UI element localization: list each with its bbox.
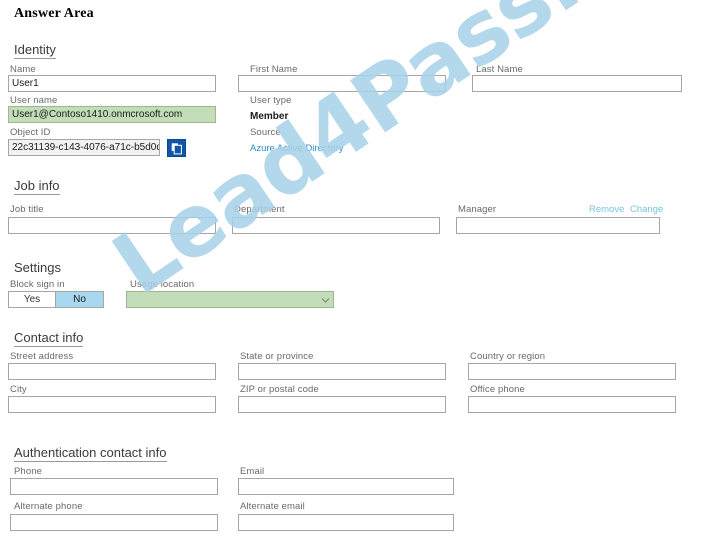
label-country-or-region: Country or region: [470, 351, 546, 362]
input-manager[interactable]: [456, 217, 660, 234]
label-source: Source: [250, 127, 281, 138]
label-alternate-phone: Alternate phone: [14, 501, 83, 512]
label-name: Name: [10, 64, 36, 75]
label-office-phone: Office phone: [470, 384, 525, 395]
input-city[interactable]: [8, 396, 216, 413]
label-department: Department: [234, 204, 285, 215]
input-job-title[interactable]: [8, 217, 216, 234]
input-name[interactable]: User1: [8, 75, 216, 92]
input-alternate-email[interactable]: [238, 514, 454, 531]
copy-object-id-button[interactable]: [167, 139, 186, 157]
label-city: City: [10, 384, 27, 395]
label-alternate-email: Alternate email: [240, 501, 305, 512]
input-email[interactable]: [238, 478, 454, 495]
label-object-id: Object ID: [10, 127, 51, 138]
label-email: Email: [240, 466, 265, 477]
input-user-name[interactable]: User1@Contoso1410.onmcrosoft.com: [8, 106, 216, 123]
value-user-type: Member: [250, 111, 289, 122]
input-first-name[interactable]: [238, 75, 446, 92]
input-zip-or-postal-code[interactable]: [238, 396, 446, 413]
section-heading-job-info: Job info: [14, 178, 60, 195]
label-last-name: Last Name: [476, 64, 523, 75]
form-content: Answer Area Identity Name User1 First Na…: [0, 0, 708, 549]
toggle-option-no[interactable]: No: [56, 291, 104, 308]
label-job-title: Job title: [10, 204, 44, 215]
label-zip-or-postal-code: ZIP or postal code: [240, 384, 319, 395]
label-block-sign-in: Block sign in: [10, 279, 65, 290]
input-phone[interactable]: [10, 478, 218, 495]
section-heading-contact-info: Contact info: [14, 330, 84, 347]
section-heading-identity: Identity: [14, 42, 56, 59]
page-title: Answer Area: [14, 6, 94, 21]
label-manager: Manager: [458, 204, 497, 215]
input-usage-location[interactable]: [126, 291, 334, 308]
toggle-option-yes[interactable]: Yes: [8, 291, 56, 308]
section-heading-authentication-contact-info: Authentication contact info: [14, 445, 167, 462]
label-user-name: User name: [10, 95, 58, 106]
label-user-type: User type: [250, 95, 292, 106]
label-state-or-province: State or province: [240, 351, 314, 362]
answer-area-page: Answer Area Identity Name User1 First Na…: [0, 0, 708, 549]
link-change-manager[interactable]: Change: [630, 204, 663, 215]
section-heading-settings: Settings: [14, 260, 61, 275]
link-remove-manager[interactable]: Remove: [589, 204, 624, 215]
label-usage-location: Usage location: [130, 279, 195, 290]
label-first-name: First Name: [250, 64, 298, 75]
input-country-or-region[interactable]: [468, 363, 676, 380]
copy-icon: [170, 141, 183, 155]
link-source-azure-active-directory[interactable]: Azure Active Directory: [250, 143, 343, 154]
input-state-or-province[interactable]: [238, 363, 446, 380]
chevron-down-icon: [321, 296, 330, 305]
toggle-block-sign-in[interactable]: Yes No: [8, 291, 104, 308]
input-street-address[interactable]: [8, 363, 216, 380]
input-office-phone[interactable]: [468, 396, 676, 413]
label-street-address: Street address: [10, 351, 74, 362]
input-alternate-phone[interactable]: [10, 514, 218, 531]
input-last-name[interactable]: [472, 75, 682, 92]
input-department[interactable]: [232, 217, 440, 234]
input-object-id[interactable]: 22c31139-c143-4076-a71c-b5d0d5...: [8, 139, 160, 156]
label-phone: Phone: [14, 466, 42, 477]
